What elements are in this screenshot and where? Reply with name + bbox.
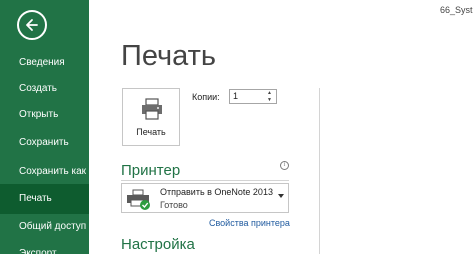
nav-item-open[interactable]: Открыть — [0, 100, 89, 130]
printer-section-title: Принтер — [121, 162, 181, 179]
copies-label: Копии: — [192, 92, 220, 102]
nav-item-share[interactable]: Общий доступ — [0, 212, 89, 242]
info-icon[interactable]: i — [280, 161, 289, 170]
copies-input[interactable]: 1 ▲ ▼ — [229, 89, 277, 104]
nav-item-save-as[interactable]: Сохранить как — [0, 157, 89, 187]
page-title: Печать — [121, 40, 217, 72]
print-button-label: Печать — [136, 127, 166, 137]
window-file-name: 66_Syst — [440, 5, 473, 15]
backstage-sidebar: Сведения Создать Открыть Сохранить Сохра… — [0, 0, 89, 259]
copies-value: 1 — [233, 91, 239, 101]
back-arrow-icon — [26, 19, 38, 31]
printer-name: Отправить в OneNote 2013 — [160, 187, 273, 197]
spinner-icon[interactable]: ▲ ▼ — [267, 91, 274, 103]
printer-properties-link[interactable]: Свойства принтера — [209, 218, 290, 228]
back-button[interactable] — [17, 10, 47, 40]
spin-down-icon[interactable]: ▼ — [267, 98, 274, 103]
nav-item-export[interactable]: Экспорт — [0, 239, 89, 269]
spin-up-icon[interactable]: ▲ — [267, 91, 274, 96]
printer-check-icon — [127, 189, 150, 210]
chevron-down-icon[interactable] — [278, 194, 284, 198]
nav-item-save[interactable]: Сохранить — [0, 128, 89, 158]
printer-icon — [142, 98, 162, 120]
printer-status: Готово — [160, 200, 188, 210]
nav-item-print[interactable]: Печать — [0, 184, 89, 214]
settings-section-title: Настройка — [121, 236, 195, 253]
preview-divider — [319, 88, 320, 254]
print-button[interactable]: Печать — [122, 88, 180, 146]
printer-select[interactable]: Отправить в OneNote 2013 Готово — [121, 183, 289, 213]
printer-section-divider — [121, 180, 289, 181]
